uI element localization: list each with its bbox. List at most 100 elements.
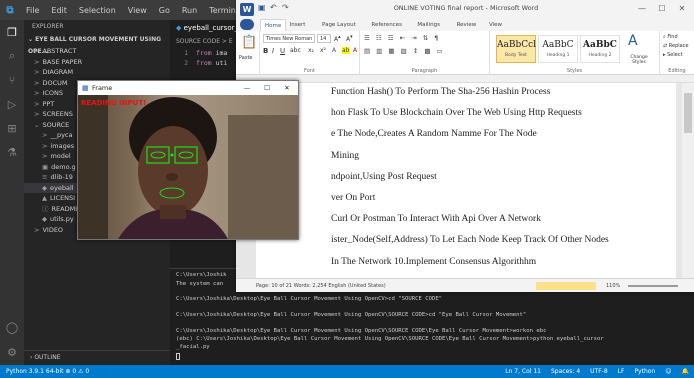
font-color-icon[interactable]: A xyxy=(353,47,357,54)
menu-item-edit[interactable]: Edit xyxy=(45,6,73,15)
paste-label[interactable]: Paste xyxy=(239,55,253,61)
tree-item-prefix-icon: ▲ xyxy=(42,194,47,202)
alignment-buttons[interactable]: ▤ ▥ ▦ ▧ ↕ ▩ ▭ xyxy=(364,47,445,55)
menu-item-selection[interactable]: Selection xyxy=(73,6,122,15)
underline-button[interactable]: U xyxy=(280,47,285,55)
tree-item-label: ABSTRACT xyxy=(42,47,77,55)
style-name: Heading 1 xyxy=(546,53,570,58)
frame-minimize-button[interactable]: — xyxy=(238,81,256,95)
change-styles-icon[interactable]: A xyxy=(628,33,638,49)
outline-section[interactable]: › OUTLINE xyxy=(24,350,170,364)
bold-button[interactable]: B xyxy=(263,47,268,55)
status-item[interactable]: UTF-8 xyxy=(585,365,613,378)
tree-item[interactable]: > BASE PAPER xyxy=(24,57,170,68)
word-tab-home[interactable]: Home xyxy=(260,19,287,31)
strikethrough-icon[interactable]: abc xyxy=(290,47,301,54)
account-icon[interactable]: ◯ xyxy=(0,315,24,339)
redo-icon[interactable]: ↷ xyxy=(282,3,289,12)
project-folder[interactable]: ⌄ EYE BALL CURSOR MOVEMENT USING OPE... xyxy=(24,34,170,55)
search-icon[interactable]: ⌕ xyxy=(0,44,24,68)
word-status-text: Page: 10 of 21 Words: 2,254 English (Uni… xyxy=(256,283,386,289)
tree-item-prefix-icon: ≡ xyxy=(42,173,48,181)
style-sample: AaBbC xyxy=(542,40,574,50)
grow-font-icon[interactable]: A▴ xyxy=(334,34,341,43)
style-body-text[interactable]: AaBbCcl Body Text xyxy=(496,35,536,63)
extensions-icon[interactable]: ⊞ xyxy=(0,116,24,140)
word-tab-references[interactable]: References xyxy=(367,19,406,31)
explorer-header: EXPLORER xyxy=(32,23,64,30)
word-close-button[interactable]: ✕ xyxy=(672,2,692,16)
word-zoom-level[interactable]: 110% xyxy=(606,279,620,292)
shrink-font-icon[interactable]: A▾ xyxy=(346,34,353,43)
status-python-interpreter[interactable]: Python 3.9.1 64-bit ⊗ 0 ⚠ 0 xyxy=(6,365,89,378)
select-button[interactable]: ▸ Select xyxy=(663,52,683,58)
document-line: ndpoint,Using Post Request xyxy=(331,171,437,182)
document-line: Function Hash() To Perform The Sha-256 H… xyxy=(331,87,551,97)
paste-icon[interactable]: 📋 xyxy=(241,35,257,50)
code-keyword: from xyxy=(196,49,212,57)
change-styles-label[interactable]: Change Styles xyxy=(625,55,653,65)
word-vertical-scrollbar[interactable] xyxy=(682,83,694,278)
replace-button[interactable]: ⇄ Replace xyxy=(663,43,689,49)
style-sample: AaBbCcl xyxy=(497,40,537,50)
tree-item-prefix-icon: > xyxy=(34,57,40,66)
menu-item-run[interactable]: Run xyxy=(176,6,203,15)
style-heading-2[interactable]: AaBbC Heading 2 xyxy=(580,35,620,63)
menu-item-go[interactable]: Go xyxy=(153,6,176,15)
source-control-icon[interactable]: ⑂ xyxy=(0,68,24,92)
italic-button[interactable]: I xyxy=(272,47,274,55)
style-heading-1[interactable]: AaBbC Heading 1 xyxy=(538,35,578,63)
word-maximize-button[interactable]: ☐ xyxy=(652,2,672,16)
menu-item-file[interactable]: File xyxy=(20,6,45,15)
undo-icon[interactable]: ↶ xyxy=(270,3,277,12)
settings-gear-icon[interactable]: ⚙ xyxy=(0,340,24,364)
font-name-select[interactable]: Times New Roman xyxy=(263,34,315,43)
word-tab-page-layout[interactable]: Page Layout xyxy=(318,19,360,31)
style-sample: AaBbC xyxy=(583,40,617,50)
editing-group: ⌕ Find ⇄ Replace ▸ Select Editing xyxy=(660,31,694,75)
superscript-icon[interactable]: x² xyxy=(320,47,326,54)
word-title: ONLINE VOTING final report - Microsoft W… xyxy=(393,4,539,12)
document-line: In The Network 10.Implement Consensus Al… xyxy=(331,256,537,267)
testing-icon[interactable]: ⚗ xyxy=(0,140,24,164)
find-button[interactable]: ⌕ Find xyxy=(663,34,678,40)
word-logo-icon[interactable]: W xyxy=(240,3,254,16)
zoom-slider[interactable] xyxy=(628,285,678,287)
font-size-select[interactable]: 14 xyxy=(317,34,331,43)
menu-item-view[interactable]: View xyxy=(122,6,153,15)
highlight-icon[interactable]: ab xyxy=(342,47,350,54)
explorer-icon[interactable]: ❐ xyxy=(0,20,24,44)
tree-item-prefix-icon: ⌄ xyxy=(34,120,40,129)
word-ruler[interactable] xyxy=(236,75,694,83)
list-buttons[interactable]: ☰ ☷ ☲ ⇤ ⇥ ⇅ ¶ xyxy=(364,34,440,42)
word-tab-review[interactable]: Review xyxy=(453,19,481,31)
styles-group: AaBbCcl Body Text AaBbC Heading 1 AaBbC … xyxy=(490,31,660,75)
word-scroll-thumb[interactable] xyxy=(684,93,692,133)
word-tab-view[interactable]: View xyxy=(485,19,506,31)
status-item[interactable]: Ln 7, Col 11 xyxy=(500,365,546,378)
frame-overlay-text: READING INPUT! xyxy=(81,99,147,107)
status-item[interactable]: LF xyxy=(613,365,630,378)
status-item[interactable]: Python xyxy=(629,365,660,378)
terminal-line: C:\Users\Joshik xyxy=(176,272,227,278)
subscript-icon[interactable]: x₂ xyxy=(308,47,314,54)
desktop: ⧉ FileEditSelectionViewGoRunTerminalHelp… xyxy=(0,0,694,378)
word-minimize-button[interactable]: — xyxy=(632,2,652,16)
tree-item[interactable]: > ABSTRACT xyxy=(24,46,170,57)
tree-item[interactable]: > DIAGRAM xyxy=(24,67,170,78)
word-tab-insert[interactable]: Insert xyxy=(286,19,310,31)
status-item[interactable]: Spaces: 4 xyxy=(546,365,585,378)
view-buttons[interactable] xyxy=(536,282,596,290)
word-page[interactable]: Function Hash() To Perform The Sha-256 H… xyxy=(256,83,676,278)
text-effects-icon[interactable]: A xyxy=(332,47,336,54)
tree-item-prefix-icon: ◆ xyxy=(42,183,47,192)
run-debug-icon[interactable]: ▷ xyxy=(0,92,24,116)
status-item[interactable]: 🔔 xyxy=(677,365,694,378)
status-item[interactable]: ☺ xyxy=(660,365,676,378)
font-group-label: Font xyxy=(304,68,315,74)
frame-maximize-button[interactable]: ☐ xyxy=(258,81,276,95)
save-icon[interactable]: ▣ xyxy=(258,3,266,12)
word-tab-mailings[interactable]: Mailings xyxy=(413,19,444,31)
frame-close-button[interactable]: ✕ xyxy=(278,81,296,95)
office-button[interactable] xyxy=(240,19,254,30)
